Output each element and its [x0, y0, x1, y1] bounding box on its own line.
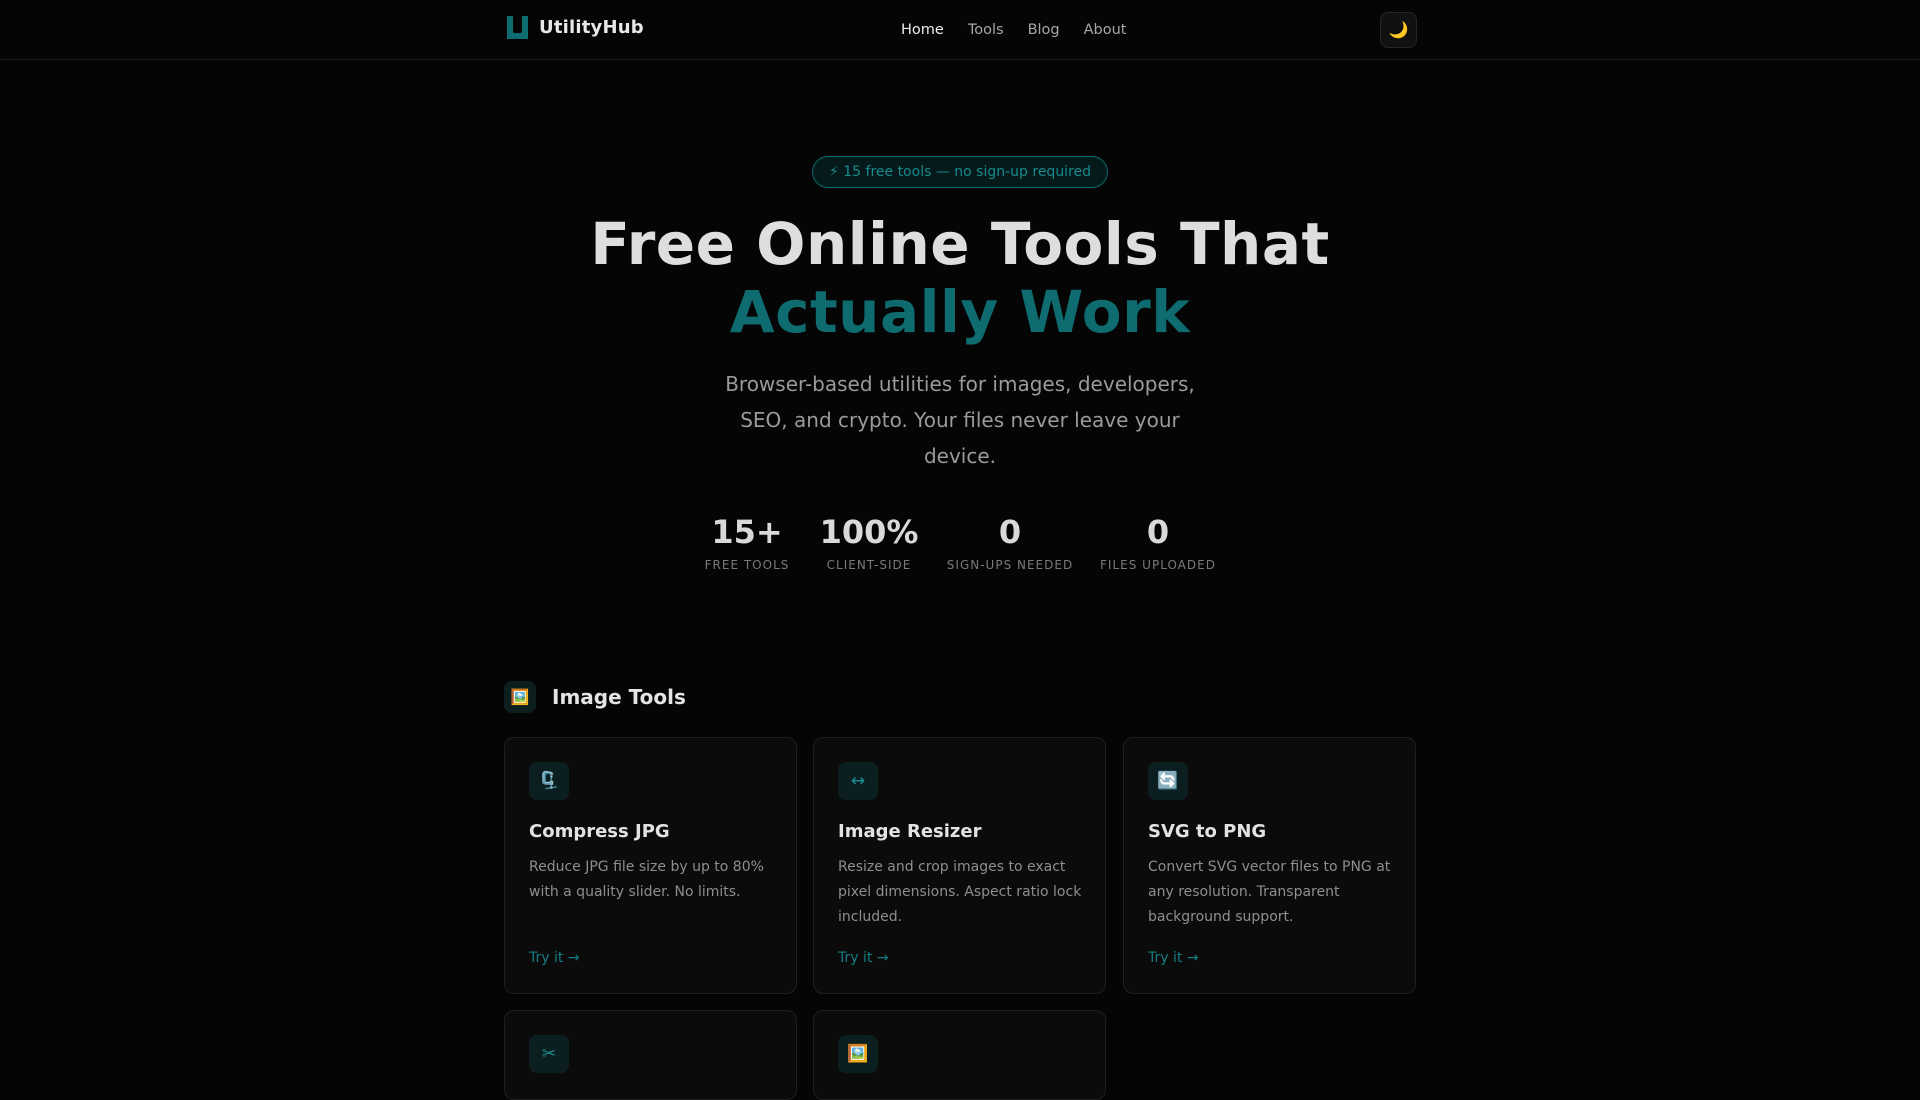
scissors-icon: ✂: [529, 1035, 569, 1073]
card-title: Compress JPG: [529, 821, 670, 842]
main-nav: Home Tools Blog About: [901, 0, 1151, 60]
nav-link-about[interactable]: About: [1084, 22, 1127, 38]
brand-name: UtilityHub: [539, 17, 644, 38]
stat-value: 100%: [819, 513, 919, 551]
tool-card-svg-to-png[interactable]: 🔄 SVG to PNG Convert SVG vector files to…: [1123, 737, 1416, 994]
nav-link-tools[interactable]: Tools: [968, 22, 1004, 38]
card-title: SVG to PNG: [1148, 821, 1267, 842]
stat-label: FREE TOOLS: [704, 558, 790, 572]
top-navbar: UtilityHub Home Tools Blog About 🌙: [0, 0, 1920, 60]
nav-link-home[interactable]: Home: [901, 22, 944, 38]
tool-card-crop[interactable]: ✂: [504, 1010, 797, 1100]
brand-logo-link[interactable]: UtilityHub: [507, 16, 644, 39]
stat-free-tools: 15+ FREE TOOLS: [697, 512, 797, 572]
hero-title-line1: Free Online Tools That: [590, 210, 1330, 278]
nav-link-blog[interactable]: Blog: [1028, 22, 1060, 38]
moon-icon: 🌙: [1388, 22, 1409, 39]
stat-value: 0: [1146, 513, 1170, 551]
stat-label: CLIENT-SIDE: [826, 558, 912, 572]
theme-toggle-button[interactable]: 🌙: [1380, 12, 1417, 48]
image-icon: 🖼️: [504, 681, 536, 713]
card-description: Reduce JPG file size by up to 80% with a…: [529, 859, 764, 900]
hero-subtitle: Browser-based utilities for images, deve…: [725, 372, 1195, 468]
stat-value: 0: [998, 513, 1022, 551]
try-it-link[interactable]: Try it →: [838, 950, 889, 966]
image-tools-heading: 🖼️ Image Tools: [504, 681, 686, 713]
try-it-link[interactable]: Try it →: [529, 950, 580, 966]
free-tools-badge: ⚡ 15 free tools — no sign-up required: [812, 156, 1108, 188]
utilityhub-logo-icon: [507, 16, 528, 39]
tool-card-image-resizer[interactable]: ↔ Image Resizer Resize and crop images t…: [813, 737, 1106, 994]
card-description: Resize and crop images to exact pixel di…: [838, 859, 1082, 925]
tool-card-compress-jpg[interactable]: 🗜️ Compress JPG Reduce JPG file size by …: [504, 737, 797, 994]
try-it-link[interactable]: Try it →: [1148, 950, 1199, 966]
tool-card-image[interactable]: 🖼️: [813, 1010, 1106, 1100]
navbar-inner: UtilityHub Home Tools Blog About 🌙: [504, 0, 1417, 60]
section-title: Image Tools: [552, 685, 686, 709]
stat-label: FILES UPLOADED: [1100, 558, 1216, 572]
stat-value: 15+: [711, 513, 783, 551]
convert-arrows-icon: 🔄: [1148, 762, 1188, 800]
stat-files-uploaded: 0 FILES UPLOADED: [1093, 512, 1223, 572]
stat-client-side: 100% CLIENT-SIDE: [814, 512, 924, 572]
card-description: Convert SVG vector files to PNG at any r…: [1148, 859, 1391, 925]
picture-icon: 🖼️: [838, 1035, 878, 1073]
resize-arrows-icon: ↔: [838, 762, 878, 800]
card-title: Image Resizer: [838, 821, 982, 842]
stat-signups-needed: 0 SIGN-UPS NEEDED: [940, 512, 1080, 572]
stat-label: SIGN-UPS NEEDED: [946, 558, 1074, 572]
hero-title-line2: Actually Work: [729, 278, 1191, 346]
compress-icon: 🗜️: [529, 762, 569, 800]
